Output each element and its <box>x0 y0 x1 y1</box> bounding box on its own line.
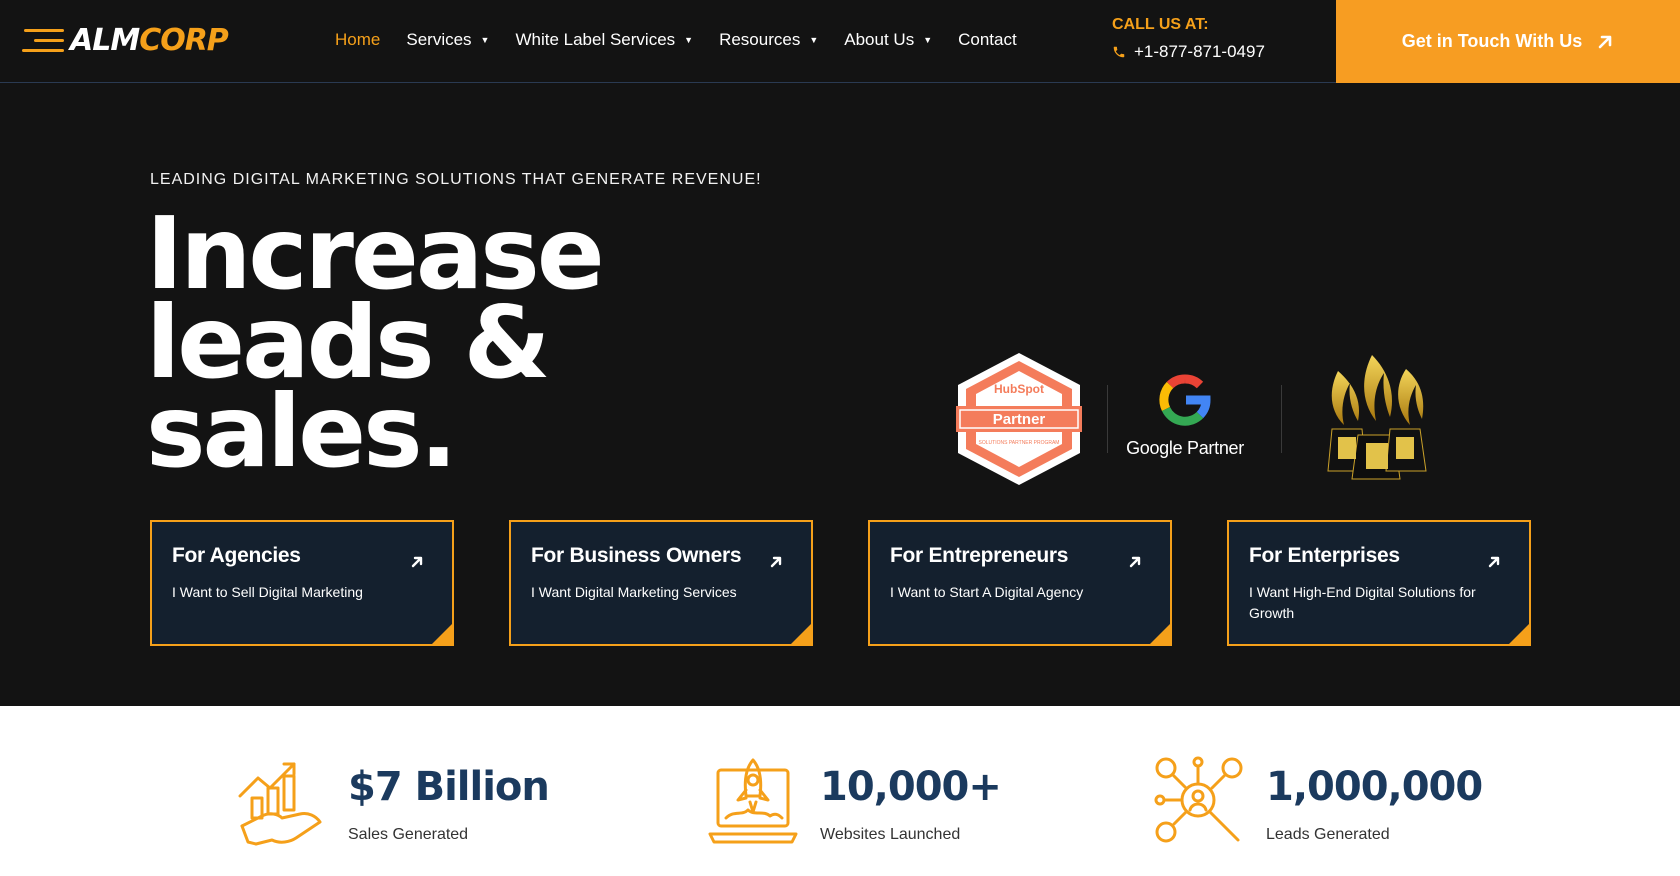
caret-down-icon: ▼ <box>809 35 819 45</box>
arrow-up-right-icon <box>1129 556 1141 568</box>
phone-icon <box>1113 46 1125 58</box>
hubspot-badge-icon: HubSpot Partner SOLUTIONS PARTNER PROGRA… <box>956 353 1082 485</box>
arrow-up-right-icon <box>1488 556 1500 568</box>
nav-item-about-us[interactable]: About Us ▼ <box>844 30 932 50</box>
logo-text-alm: ALM <box>70 23 140 58</box>
nav-item-label: White Label Services <box>515 30 676 49</box>
nav-item-home[interactable]: Home <box>335 30 380 50</box>
stat-sales: $7 Billion Sales Generated <box>236 756 550 846</box>
get-in-touch-button[interactable]: Get in Touch With Us <box>1336 0 1680 83</box>
google-partner-badge: Google Partner <box>1120 373 1250 459</box>
phone-link[interactable]: +1-877-871-0497 <box>1112 42 1265 62</box>
sales-growth-icon <box>238 762 322 846</box>
call-us-label: CALL US AT: <box>1112 16 1209 33</box>
nav-item-resources[interactable]: Resources ▼ <box>719 30 818 50</box>
caret-down-icon: ▼ <box>923 35 933 45</box>
lead-network-icon <box>1154 756 1243 843</box>
card-agencies[interactable]: For Agencies I Want to Sell Digital Mark… <box>150 520 454 646</box>
arrow-up-right-icon <box>1598 35 1612 48</box>
partner-badges: HubSpot Partner SOLUTIONS PARTNER PROGRA… <box>950 351 1450 491</box>
award-trophies-icon <box>1310 351 1440 487</box>
stat-label: Websites Launched <box>820 826 961 843</box>
cta-label: Get in Touch With Us <box>1401 31 1583 51</box>
card-entrepreneurs[interactable]: For Entrepreneurs I Want to Start A Digi… <box>868 520 1172 646</box>
card-corner-accent <box>1150 624 1170 644</box>
stat-websites: 10,000+ Websites Launched <box>708 756 1002 846</box>
nav-item-label: Resources <box>719 30 801 49</box>
card-corner-accent <box>432 624 452 644</box>
card-subtitle: I Want to Start A Digital Agency <box>890 584 1084 600</box>
card-subtitle: I Want to Sell Digital Marketing <box>172 584 363 600</box>
card-corner-accent <box>791 624 811 644</box>
card-title: For Enterprises <box>1249 544 1400 567</box>
arrow-up-right-icon <box>411 556 423 568</box>
nav-item-label: Services <box>406 30 472 49</box>
hero-section: LEADING DIGITAL MARKETING SOLUTIONS THAT… <box>0 83 1680 706</box>
card-enterprises[interactable]: For Enterprises I Want High-End Digital … <box>1227 520 1531 646</box>
stat-text: 1,000,000 Leads Generated <box>1266 756 1483 844</box>
nav-item-label: About Us <box>844 30 915 49</box>
google-g-icon <box>1159 374 1211 426</box>
call-us-block: CALL US AT: +1-877-871-0497 <box>1112 16 1265 62</box>
stats-section: $7 Billion Sales Generated 10,000+ Websi… <box>0 706 1680 876</box>
hero-eyebrow: LEADING DIGITAL MARKETING SOLUTIONS THAT… <box>150 171 762 188</box>
stat-text: $7 Billion Sales Generated <box>348 756 550 844</box>
site-header: ALM CORP Home Services ▼ White Label Ser… <box>0 0 1680 83</box>
badge-divider <box>1107 385 1108 453</box>
logo[interactable]: ALM CORP <box>20 23 229 58</box>
stat-value: 10,000+ <box>820 764 1002 810</box>
caret-down-icon: ▼ <box>684 35 694 45</box>
card-title: For Business Owners <box>531 544 742 567</box>
caret-down-icon: ▼ <box>480 35 490 45</box>
rocket-laptop-icon <box>708 758 798 844</box>
google-partner-label: Google Partner <box>1126 438 1244 458</box>
hero-headline: Increase leads & sales. <box>146 204 846 482</box>
hubspot-partner-badge: HubSpot Partner SOLUTIONS PARTNER PROGRA… <box>950 351 1088 487</box>
card-title: For Entrepreneurs <box>890 544 1069 567</box>
svg-text:HubSpot: HubSpot <box>994 382 1044 396</box>
svg-text:SOLUTIONS PARTNER PROGRAM: SOLUTIONS PARTNER PROGRAM <box>979 440 1060 446</box>
logo-text-corp: CORP <box>139 23 229 58</box>
badge-divider <box>1281 385 1282 453</box>
nav-item-label: Contact <box>958 30 1017 49</box>
stat-value: 1,000,000 <box>1266 764 1483 810</box>
stat-label: Leads Generated <box>1266 826 1390 843</box>
audience-cards: For Agencies I Want to Sell Digital Mark… <box>150 520 1531 646</box>
nav-item-services[interactable]: Services ▼ <box>406 30 489 50</box>
stat-label: Sales Generated <box>348 826 469 843</box>
card-corner-accent <box>1509 624 1529 644</box>
menu-lines-icon <box>20 27 64 55</box>
stat-value: $7 Billion <box>348 764 550 810</box>
main-nav: Home Services ▼ White Label Services ▼ R… <box>335 30 1043 50</box>
nav-item-label: Home <box>335 30 381 49</box>
stat-text: 10,000+ Websites Launched <box>820 756 1002 844</box>
nav-item-white-label-services[interactable]: White Label Services ▼ <box>515 30 693 50</box>
card-title: For Agencies <box>172 544 301 567</box>
svg-text:Partner: Partner <box>993 411 1046 428</box>
stat-leads: 1,000,000 Leads Generated <box>1154 756 1483 846</box>
card-subtitle: I Want High-End Digital Solutions for Gr… <box>1249 584 1476 621</box>
card-business-owners[interactable]: For Business Owners I Want Digital Marke… <box>509 520 813 646</box>
nav-item-contact[interactable]: Contact <box>958 30 1017 50</box>
card-subtitle: I Want Digital Marketing Services <box>531 584 737 600</box>
phone-number: +1-877-871-0497 <box>1134 42 1265 61</box>
arrow-up-right-icon <box>770 556 782 568</box>
